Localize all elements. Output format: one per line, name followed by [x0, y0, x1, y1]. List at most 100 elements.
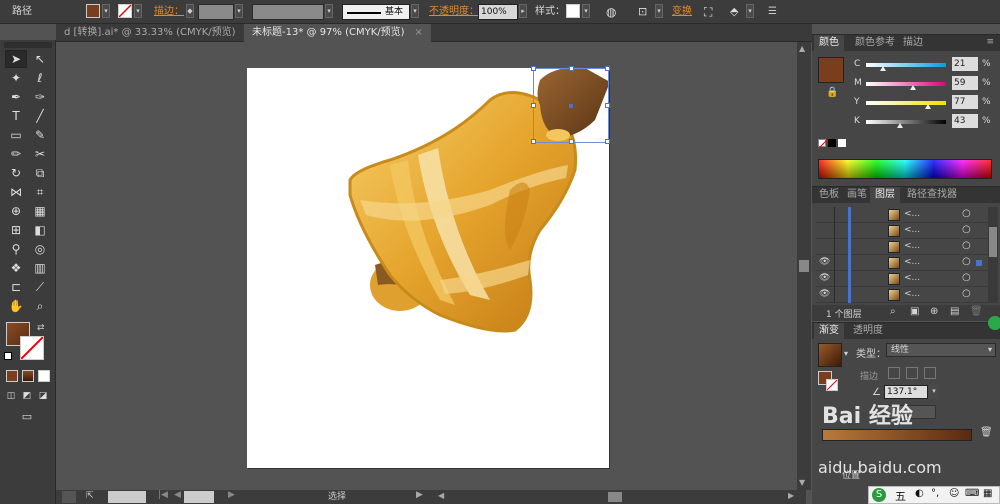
ime-keyboard-icon[interactable]: ⌨ [965, 488, 979, 499]
close-icon[interactable]: × [415, 27, 423, 38]
zoom-field[interactable] [108, 491, 146, 503]
ime-mode[interactable]: 五 [895, 488, 906, 504]
slider-value-field[interactable]: 43 [952, 114, 978, 128]
panel-grip[interactable] [4, 42, 52, 48]
slider-row-m[interactable]: M 59% [854, 76, 994, 90]
pencil-tool-icon[interactable]: ✏ [5, 145, 27, 163]
graphic-style-swatch[interactable] [566, 4, 580, 18]
delete-layer-icon[interactable]: 🗑 [970, 306, 983, 317]
gradient-tool-icon[interactable]: ◧ [29, 221, 51, 239]
layer-name[interactable]: <... [904, 257, 920, 267]
slider-value-field[interactable]: 21 [952, 57, 978, 71]
width-tool-icon[interactable]: ⋈ [5, 183, 27, 201]
gradient-preview[interactable] [818, 343, 842, 367]
lock-icon[interactable]: 🔒 [826, 87, 838, 98]
layer-name[interactable]: <... [904, 273, 920, 283]
slice-tool-icon[interactable]: ⟋ [29, 278, 51, 296]
angle-dropdown[interactable]: ▾ [929, 385, 939, 399]
isolate-dropdown[interactable]: ▾ [746, 4, 754, 18]
panel-menu-icon[interactable]: ≡ [986, 37, 994, 47]
none-color-icon[interactable] [818, 139, 828, 149]
ime-punct-icon[interactable]: ◐ [915, 488, 924, 499]
resize-handle[interactable] [605, 103, 610, 108]
fill-swatch[interactable] [86, 4, 100, 18]
screen-mode-icon[interactable]: ▭ [16, 407, 38, 425]
tab-layers[interactable]: 图层 [870, 187, 900, 203]
stroke-across-icon[interactable] [924, 367, 936, 379]
clipping-mask-icon[interactable]: ▣ [910, 306, 919, 317]
align-selection-icon[interactable]: ⊡ [638, 4, 654, 20]
mesh-tool-icon[interactable]: ⊞ [5, 221, 27, 239]
white-color-icon[interactable] [838, 139, 846, 147]
variable-width-dropdown[interactable]: ▾ [325, 4, 333, 18]
layer-row[interactable]: <... ○ [816, 223, 988, 239]
gradient-stroke-swatch[interactable] [826, 379, 838, 391]
resize-handle[interactable] [605, 66, 610, 71]
pen-tool-icon[interactable]: ✒ [5, 88, 27, 106]
stroke-weight-label[interactable]: 描边： [154, 4, 184, 20]
draw-inside-icon[interactable]: ◪ [36, 387, 50, 405]
symbol-sprayer-tool-icon[interactable]: ❖ [5, 259, 27, 277]
color-mode-icon[interactable] [6, 370, 18, 382]
hand-tool-icon[interactable]: ✋ [5, 297, 27, 315]
free-transform-tool-icon[interactable]: ⌗ [29, 183, 51, 201]
prev-artboard-icon[interactable]: ◀ [174, 490, 181, 500]
resize-handle[interactable] [569, 66, 574, 71]
target-circle-icon[interactable]: ○ [962, 240, 971, 251]
stroke-style-field[interactable]: 基本 [342, 4, 410, 20]
scroll-thumb[interactable] [989, 227, 997, 257]
gradient-preview-dropdown[interactable]: ▾ [844, 349, 848, 358]
layer-row[interactable]: <... ○ [816, 239, 988, 255]
opacity-label[interactable]: 不透明度： [429, 4, 479, 20]
layers-scrollbar[interactable] [988, 207, 998, 303]
slider-track[interactable] [866, 101, 946, 105]
horizontal-scrollbar[interactable]: ◀ ▶ [436, 490, 806, 504]
target-circle-icon[interactable]: ○ [962, 256, 971, 267]
target-circle-icon[interactable]: ○ [962, 272, 971, 283]
resize-handle[interactable] [569, 139, 574, 144]
gradient-angle-field[interactable]: 137.1° [884, 385, 928, 399]
selection-tool-icon[interactable]: ➤ [5, 50, 27, 68]
layer-row[interactable]: 👁 <... ○ [816, 287, 988, 303]
scroll-right-icon[interactable]: ▶ [788, 491, 794, 500]
rotate-tool-icon[interactable]: ↻ [5, 164, 27, 182]
transform-box-icon[interactable]: ⛶ [704, 4, 720, 20]
status-menu-icon[interactable]: ▶ [416, 490, 423, 500]
floating-plugin-icon[interactable] [988, 316, 1000, 330]
slider-row-c[interactable]: C 21% [854, 57, 994, 71]
type-tool-icon[interactable]: T [5, 107, 27, 125]
artboard-nav-icon[interactable] [62, 491, 76, 503]
paintbrush-tool-icon[interactable]: ✎ [29, 126, 51, 144]
vertical-scrollbar[interactable]: ▲ ▼ [797, 42, 811, 490]
eye-icon[interactable]: 👁 [819, 257, 830, 267]
resize-handle[interactable] [605, 139, 610, 144]
rectangle-tool-icon[interactable]: ▭ [5, 126, 27, 144]
slider-thumb[interactable] [897, 123, 903, 128]
swap-fill-stroke-icon[interactable]: ⇄ [37, 323, 45, 333]
color-spectrum[interactable] [818, 159, 992, 179]
eye-icon[interactable]: 👁 [819, 273, 830, 283]
gradient-type-select[interactable]: 线性 ▾ [886, 343, 996, 357]
slider-value-field[interactable]: 77 [952, 95, 978, 109]
magic-wand-tool-icon[interactable]: ✦ [5, 69, 27, 87]
stroke-weight-spinner[interactable]: ◆ [186, 4, 194, 18]
ime-toolbar[interactable]: S 五 ◐ °, ☺ ⌨ ▦ [868, 486, 1000, 504]
resize-handle[interactable] [531, 103, 536, 108]
stroke-along-icon[interactable] [906, 367, 918, 379]
share-icon[interactable]: ⇱ [86, 491, 100, 503]
target-circle-icon[interactable]: ○ [962, 288, 971, 299]
tab-document-2[interactable]: 未标题-13* @ 97% (CMYK/预览) × [244, 24, 431, 42]
layer-name[interactable]: <... [904, 209, 920, 219]
fill-color-swatch[interactable] [818, 57, 844, 83]
lasso-tool-icon[interactable]: ℓ [29, 69, 51, 87]
draw-normal-icon[interactable]: ◫ [4, 387, 18, 405]
scroll-thumb[interactable] [799, 260, 809, 272]
slider-value-field[interactable]: 59 [952, 76, 978, 90]
scroll-thumb[interactable] [608, 492, 622, 502]
next-artboard-icon[interactable]: ▶ [228, 490, 235, 500]
target-circle-icon[interactable]: ○ [962, 224, 971, 235]
stroke-style-dropdown[interactable]: ▾ [411, 4, 419, 18]
direct-selection-tool-icon[interactable]: ↖ [29, 50, 51, 68]
perspective-grid-tool-icon[interactable]: ▦ [29, 202, 51, 220]
first-artboard-icon[interactable]: |◀ [158, 490, 168, 500]
